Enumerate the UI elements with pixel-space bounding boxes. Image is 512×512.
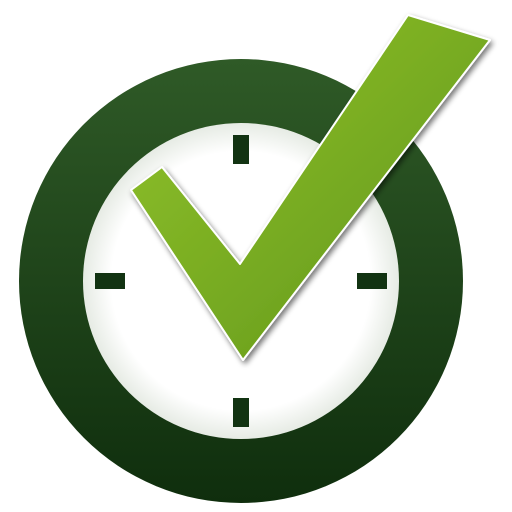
- clock-tick-6: [233, 398, 249, 427]
- clock-checkmark-icon: [19, 14, 491, 503]
- app-icon: [0, 0, 512, 512]
- clock-tick-9: [95, 273, 125, 289]
- clock-tick-12: [233, 135, 249, 164]
- clock-tick-3: [357, 273, 387, 289]
